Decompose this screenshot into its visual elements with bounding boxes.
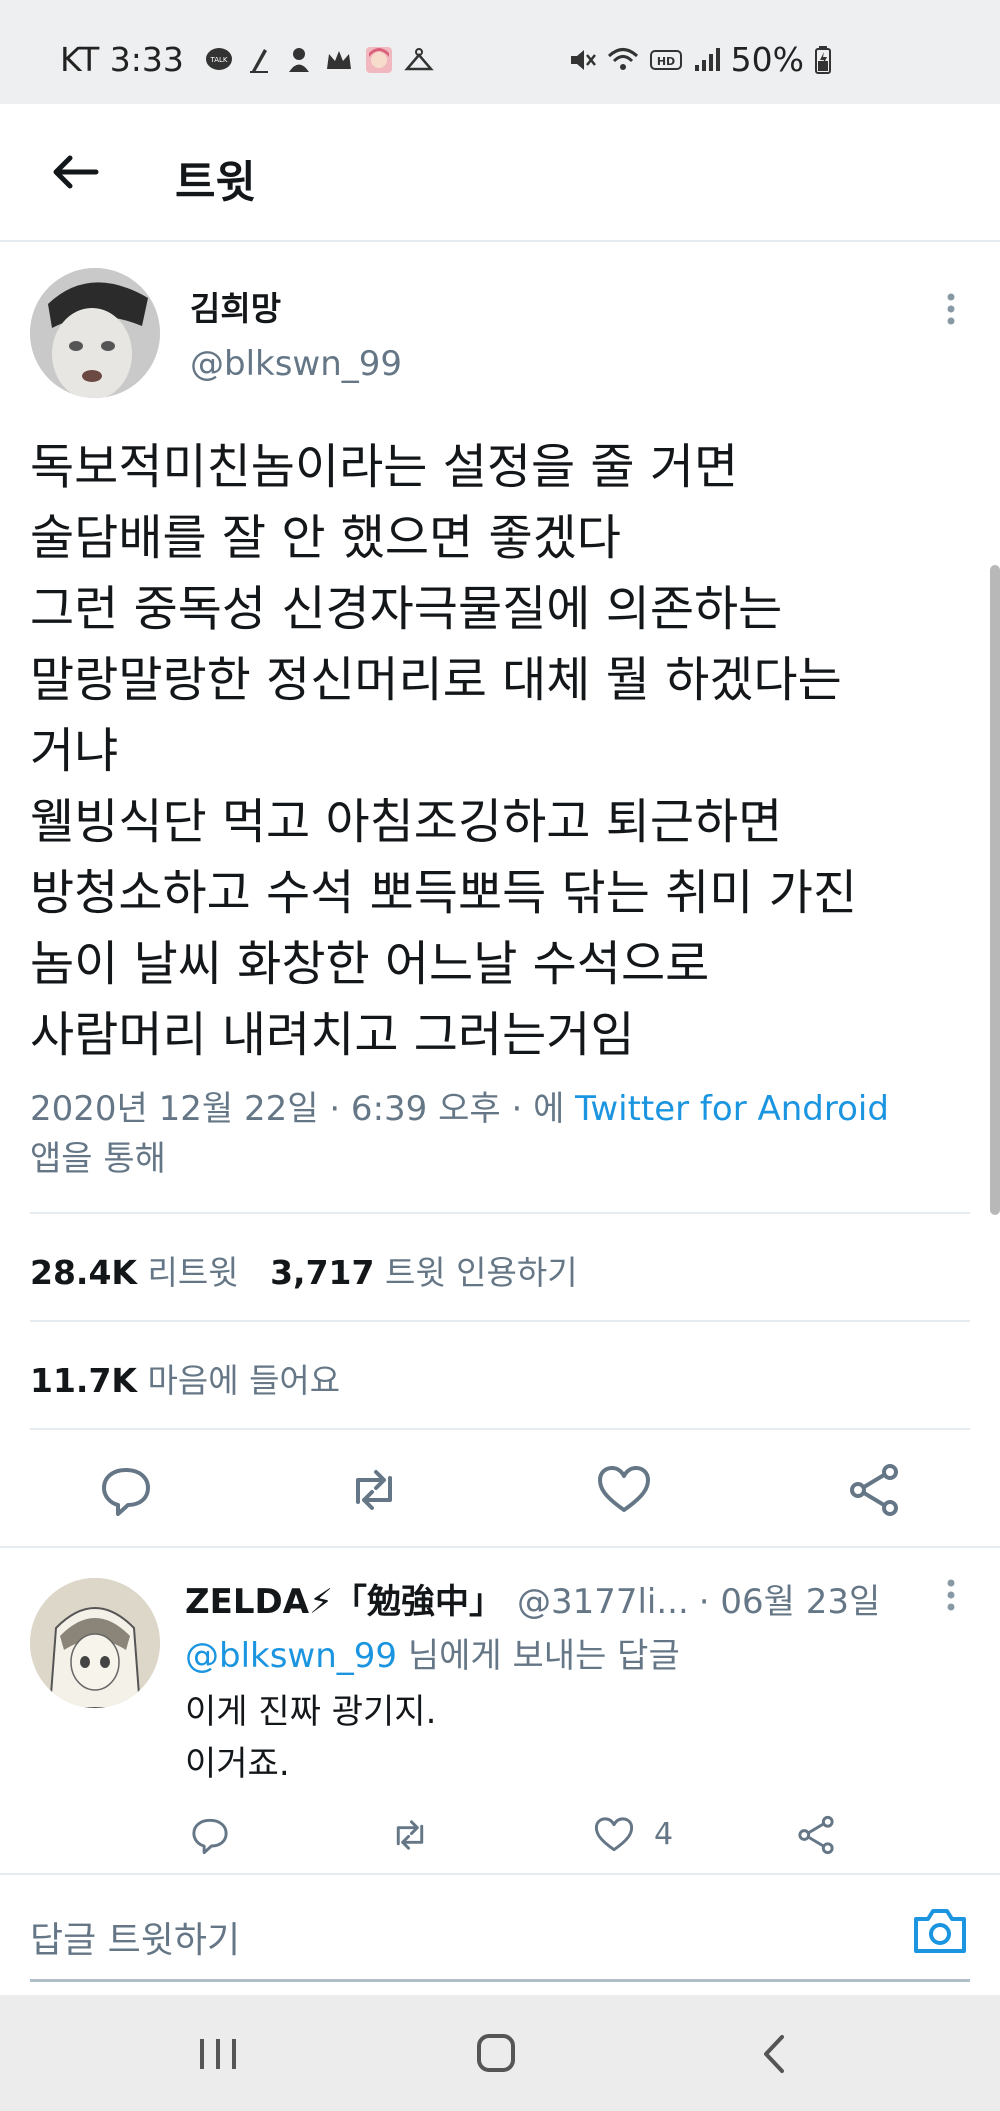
tweet-source-link[interactable]: Twitter for Android — [575, 1089, 889, 1129]
reply-like-count: 4 — [654, 1817, 674, 1852]
divider — [30, 1320, 970, 1322]
likes-count: 11.7K — [30, 1361, 137, 1400]
like-heart-icon[interactable] — [594, 1460, 654, 1520]
retweet-icon[interactable] — [344, 1460, 404, 1520]
reply-date: · 06월 23일 — [698, 1582, 881, 1622]
retweets-link[interactable]: 28.4K 리트윗 — [30, 1253, 239, 1292]
anime-avatar-icon — [365, 46, 392, 73]
mute-icon — [570, 49, 596, 70]
more-options-icon[interactable] — [944, 292, 958, 326]
reply-more-options-icon[interactable] — [944, 1578, 958, 1612]
camera-icon[interactable] — [912, 1905, 968, 1957]
status-right: HD 50% — [567, 40, 832, 79]
reply-icon[interactable] — [96, 1460, 156, 1520]
tweet-body: 독보적미친놈이라는 설정을 줄 거면 술담배를 잘 안 했으면 좋겠다 그런 중… — [30, 432, 980, 1071]
scrollbar[interactable] — [990, 565, 1000, 1215]
hd-icon: HD — [649, 49, 682, 70]
mannequin-face-icon — [30, 268, 160, 398]
character-icon — [288, 47, 309, 72]
reply-body: 이게 진짜 광기지. 이거죠. — [185, 1686, 436, 1790]
quotes-link[interactable]: 3,717 트윗 인용하기 — [270, 1253, 578, 1292]
tweet-line: 독보적미친놈이라는 설정을 줄 거면 — [30, 439, 739, 495]
quotes-count: 3,717 — [270, 1253, 375, 1292]
retweet-icon[interactable] — [388, 1813, 432, 1857]
tweet-meta: 2020년 12월 22일 · 6:39 오후 · 에 Twitter for … — [30, 1084, 980, 1184]
reply-header: ZELDA⚡「勉強中」 @3177li... · 06월 23일 — [185, 1574, 880, 1623]
anime-girl-avatar-icon — [30, 1578, 160, 1708]
talk-icon: TALK — [205, 47, 232, 70]
tweet-line: 방청소하고 수석 뽀득뽀득 닦는 취미 가진 — [30, 865, 858, 921]
reply-author-name[interactable]: ZELDA⚡「勉強中」 — [185, 1582, 503, 1622]
wifi-icon — [607, 47, 638, 70]
author-name[interactable]: 김희망 — [190, 282, 281, 330]
home-icon[interactable] — [466, 2029, 526, 2079]
retweets-count: 28.4K — [30, 1253, 137, 1292]
reply-icon[interactable] — [188, 1813, 232, 1857]
page-title: 트윗 — [175, 157, 256, 208]
likes-stats[interactable]: 11.7K 마음에 들어요 — [30, 1354, 340, 1402]
divider — [0, 1546, 1000, 1548]
reply-line: 이거죠. — [185, 1744, 290, 1784]
share-icon[interactable] — [794, 1813, 838, 1857]
recent-apps-icon[interactable] — [188, 2029, 248, 2079]
tweet-header: 트윗 — [0, 104, 1000, 242]
pen-icon — [249, 48, 268, 73]
reply-composer: 답글 트윗하기 — [0, 1873, 1000, 1995]
status-left: KT 3:33 TALK — [60, 40, 434, 79]
signal-icon — [694, 47, 720, 71]
tweet-line: 사람머리 내려치고 그러는거임 — [30, 1007, 635, 1063]
tweet-source-suffix: 앱을 통해 — [30, 1139, 166, 1179]
status-bar: KT 3:33 TALK HD 50% — [0, 0, 1000, 104]
tweet-line: 웰빙식단 먹고 아침조깅하고 퇴근하면 — [30, 794, 783, 850]
reply-author-handle[interactable]: @3177li... — [517, 1582, 689, 1622]
retweet-stats: 28.4K 리트윗 3,717 트윗 인용하기 — [30, 1246, 578, 1294]
input-underline — [30, 1979, 970, 1982]
tweet-actions — [0, 1430, 1000, 1550]
svg-text:TALK: TALK — [209, 56, 227, 64]
retweets-label: 리트윗 — [147, 1253, 239, 1292]
hanger-icon — [404, 47, 434, 70]
reply-line: 이게 진짜 광기지. — [185, 1692, 437, 1732]
reply-actions: 4 — [0, 1805, 1000, 1865]
tweet-line: 술담배를 잘 안 했으면 좋겠다 — [30, 510, 621, 566]
tweet-line: 말랑말랑한 정신머리로 대체 뭘 하겠다는 — [30, 652, 842, 708]
reply-to: @blkswn_99 님에게 보내는 답글 — [185, 1628, 680, 1677]
system-back-icon[interactable] — [744, 2029, 804, 2079]
system-nav-bar — [0, 1995, 1000, 2111]
author-handle[interactable]: @blkswn_99 — [190, 344, 402, 384]
share-icon[interactable] — [844, 1460, 904, 1520]
tweet-line: 놈이 날씨 화창한 어느날 수석으로 — [30, 936, 710, 992]
reply-input[interactable]: 답글 트윗하기 — [30, 1911, 240, 1963]
crown-icon — [326, 50, 351, 69]
back-arrow-icon[interactable] — [44, 144, 104, 204]
reply-avatar[interactable] — [30, 1578, 160, 1708]
battery-icon — [815, 45, 831, 74]
reply-to-suffix: 님에게 보내는 답글 — [407, 1636, 680, 1676]
like-heart-icon[interactable] — [592, 1813, 636, 1857]
author-avatar[interactable] — [30, 268, 160, 398]
carrier-time: KT 3:33 — [60, 40, 184, 79]
divider — [30, 1212, 970, 1214]
reply-to-handle[interactable]: @blkswn_99 — [185, 1636, 397, 1676]
svg-text:HD: HD — [656, 55, 674, 68]
battery-percent: 50% — [730, 40, 804, 79]
tweet-line: 그런 중독성 신경자극물질에 의존하는 — [30, 581, 783, 637]
tweet-timestamp: 2020년 12월 22일 · 6:39 오후 · 에 — [30, 1089, 565, 1129]
likes-label: 마음에 들어요 — [147, 1361, 341, 1400]
quotes-label: 트윗 인용하기 — [384, 1253, 578, 1292]
tweet-line: 거냐 — [30, 723, 119, 779]
